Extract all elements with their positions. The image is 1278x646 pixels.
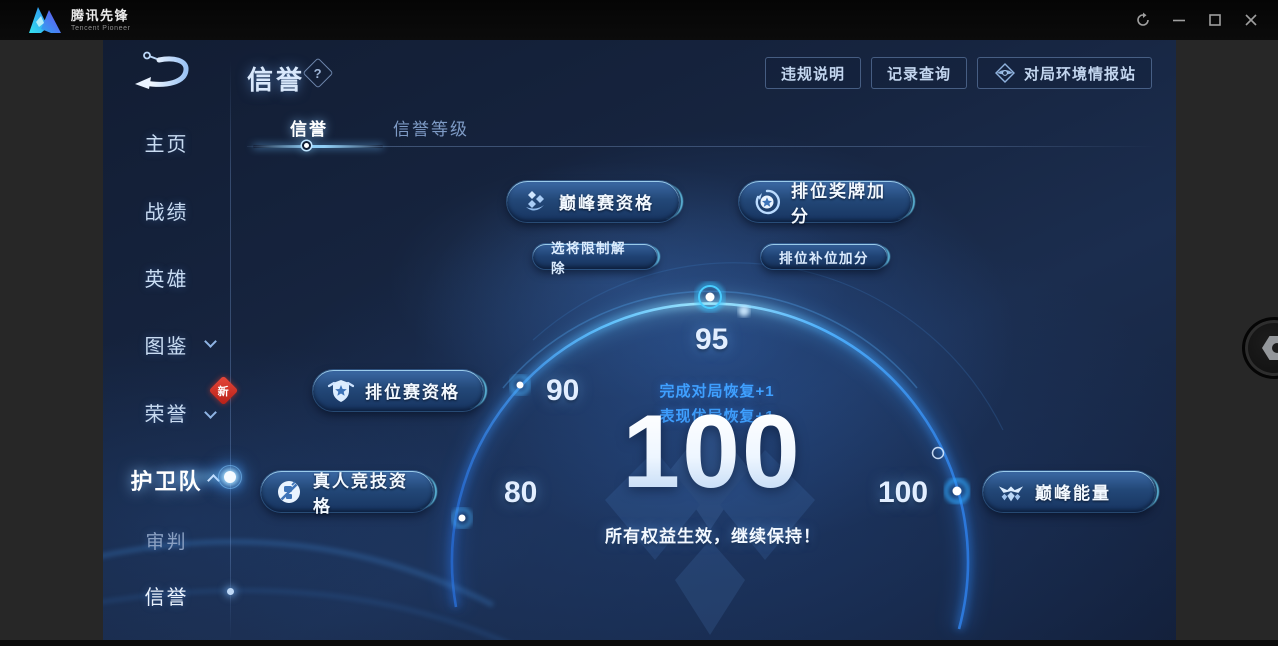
help-icon[interactable]: ? xyxy=(302,57,334,89)
tab-active-indicator xyxy=(253,145,383,148)
tab-underline xyxy=(247,146,1157,147)
shield-star-icon xyxy=(327,377,355,405)
sidebar-divider xyxy=(230,60,231,640)
status-message: 所有权益生效，继续保持！ xyxy=(605,527,821,546)
ranked-qualification-pill[interactable]: 排位赛资格 xyxy=(313,370,483,411)
sidebar-item-judgment[interactable]: 审判 xyxy=(103,527,230,554)
app-window: 腾讯先锋 Tencent Pioneer 主页 战绩 英雄 图鉴 荣誉 新 护卫… xyxy=(0,0,1278,646)
hexagon-icon xyxy=(1262,336,1278,360)
tab-credit-level[interactable]: 信誉等级 xyxy=(393,115,469,140)
rank-medal-bonus-pill[interactable]: 排位奖牌加分 xyxy=(739,181,911,226)
chevron-down-icon xyxy=(204,335,217,348)
sidebar-item-home[interactable]: 主页 xyxy=(103,128,230,157)
medal-star-icon xyxy=(753,188,781,216)
sidebar-item-guard-team[interactable]: 护卫队 xyxy=(103,464,230,496)
game-content: 主页 战绩 英雄 图鉴 荣誉 新 护卫队 审判 信誉 信誉 ? 违规说明 记录查 xyxy=(103,40,1176,640)
gauge-marker-90 xyxy=(509,374,531,396)
window-controls xyxy=(1132,0,1262,40)
letterbox-left xyxy=(0,40,103,640)
tick-100: 100 xyxy=(878,476,929,509)
app-logo: 腾讯先锋 Tencent Pioneer xyxy=(27,5,131,35)
winged-diamond-icon xyxy=(997,478,1025,506)
gauge-hollow-dot xyxy=(931,446,945,460)
tick-80: 80 xyxy=(504,476,538,509)
page-title: 信誉 xyxy=(247,65,306,95)
diamond-cluster-icon xyxy=(521,188,549,216)
gauge-marker-80 xyxy=(451,507,473,529)
tab-credit[interactable]: 信誉 xyxy=(290,115,328,140)
app-subtitle: Tencent Pioneer xyxy=(71,24,131,32)
hero-pick-unlock-pill[interactable]: 选将限制解除 xyxy=(533,241,657,276)
wing-badge-icon xyxy=(994,63,1015,83)
sidebar-item-credit[interactable]: 信誉 xyxy=(103,581,230,610)
credit-score: 100 xyxy=(562,400,862,504)
no-bot-icon xyxy=(275,478,303,506)
human-competition-qualification-pill[interactable]: 真人竞技资格 xyxy=(261,471,433,516)
rank-fill-bonus-pill[interactable]: 排位补位加分 xyxy=(761,244,887,269)
minimize-icon[interactable] xyxy=(1168,9,1190,31)
close-icon[interactable] xyxy=(1240,9,1262,31)
credit-indicator-dot xyxy=(227,588,234,595)
violation-info-button[interactable]: 违规说明 xyxy=(764,57,861,89)
match-environment-station-button[interactable]: 对局环境情报站 xyxy=(976,57,1152,89)
sidebar-item-gallery[interactable]: 图鉴 xyxy=(103,330,230,359)
peak-energy-pill[interactable]: 巅峰能量 xyxy=(983,471,1155,512)
refresh-icon[interactable] xyxy=(1132,9,1154,31)
tab-active-indicator-dot xyxy=(302,141,311,150)
gauge-marker-100 xyxy=(944,478,970,504)
guard-team-indicator-dot xyxy=(224,471,236,483)
bottom-bar xyxy=(0,640,1278,646)
gauge-dot-aux xyxy=(738,305,750,317)
tencent-pioneer-logo-icon xyxy=(29,7,61,33)
gauge-marker-95 xyxy=(695,282,725,312)
titlebar: 腾讯先锋 Tencent Pioneer xyxy=(0,0,1278,40)
sidebar-item-honor[interactable]: 荣誉 xyxy=(103,398,230,427)
header-actions: 违规说明 记录查询 对局环境情报站 xyxy=(764,57,1152,89)
tick-95: 95 xyxy=(695,323,729,356)
peak-tournament-qualification-pill[interactable]: 巅峰赛资格 xyxy=(507,181,679,222)
sidebar-item-heroes[interactable]: 英雄 xyxy=(103,263,230,292)
app-name: 腾讯先锋 xyxy=(71,7,130,23)
record-query-button[interactable]: 记录查询 xyxy=(870,57,967,89)
sidebar-item-records[interactable]: 战绩 xyxy=(103,196,230,225)
back-button[interactable] xyxy=(127,50,199,96)
chevron-down-icon xyxy=(204,406,217,419)
maximize-icon[interactable] xyxy=(1204,9,1226,31)
back-swoosh-icon xyxy=(135,51,189,89)
